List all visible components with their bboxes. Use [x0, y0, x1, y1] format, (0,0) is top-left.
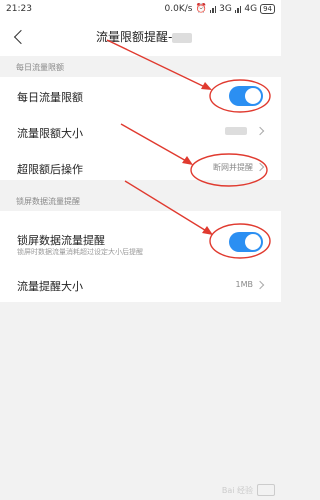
chevron-right-icon: [255, 126, 265, 136]
network-speed: 0.0K/s: [164, 4, 193, 14]
header: 流量限额提醒-: [0, 18, 281, 56]
reminder-size-label: 流量提醒大小: [17, 280, 83, 293]
row-daily-limit[interactable]: 每日流量限额: [0, 77, 281, 113]
over-action-label: 超限额后操作: [17, 163, 83, 176]
watermark-logo-icon: [257, 484, 275, 496]
page-title-text: 流量限额提醒-: [96, 30, 173, 44]
network-type-3g: 3G: [219, 4, 232, 14]
limit-size-label: 流量限额大小: [17, 127, 83, 140]
watermark: Bai 经验: [222, 484, 275, 496]
battery-icon: 94: [260, 4, 275, 14]
section-label-lockscreen: 锁屏数据流量提醒: [16, 197, 80, 206]
lock-reminder-sub: 锁屏时数据流量消耗超过设定大小后提醒: [17, 248, 143, 256]
limit-size-value-blurred: [225, 127, 247, 135]
section-label-daily: 每日流量限额: [16, 63, 64, 72]
row-limit-size[interactable]: 流量限额大小: [0, 113, 281, 149]
row-reminder-size[interactable]: 流量提醒大小 1MB: [0, 267, 281, 302]
reminder-size-value: 1MB: [235, 280, 253, 289]
signal-icon-2: [234, 5, 242, 13]
chevron-right-icon: [255, 280, 265, 290]
daily-group: 每日流量限额 流量限额大小 超限额后操作 断网并提醒: [0, 77, 281, 180]
toggle-knob: [245, 234, 261, 250]
chevron-right-icon: [255, 162, 265, 172]
status-bar: 21:23 0.0K/s ⏰ 3G 4G 94: [0, 0, 281, 18]
lock-reminder-label: 锁屏数据流量提醒: [17, 234, 105, 247]
alarm-icon: ⏰: [195, 4, 207, 14]
watermark-text: Bai 经验: [221, 485, 253, 495]
blurred-text: [172, 32, 193, 43]
page-title: 流量限额提醒-: [96, 28, 193, 45]
lock-reminder-toggle[interactable]: [229, 232, 263, 252]
back-arrow-icon[interactable]: [13, 29, 29, 45]
signal-icon: [209, 5, 217, 13]
daily-limit-toggle[interactable]: [229, 86, 263, 106]
status-time: 21:23: [6, 4, 32, 14]
network-type-4g: 4G: [244, 4, 258, 14]
row-lock-reminder[interactable]: 锁屏数据流量提醒 锁屏时数据流量消耗超过设定大小后提醒: [0, 211, 281, 267]
row-over-action[interactable]: 超限额后操作 断网并提醒: [0, 149, 281, 185]
daily-limit-label: 每日流量限额: [17, 91, 83, 104]
toggle-knob: [245, 88, 261, 104]
lockscreen-group: 锁屏数据流量提醒 锁屏时数据流量消耗超过设定大小后提醒 流量提醒大小 1MB: [0, 211, 281, 302]
over-action-value: 断网并提醒: [213, 163, 253, 172]
status-icons: 0.0K/s ⏰ 3G 4G 94: [165, 4, 275, 14]
